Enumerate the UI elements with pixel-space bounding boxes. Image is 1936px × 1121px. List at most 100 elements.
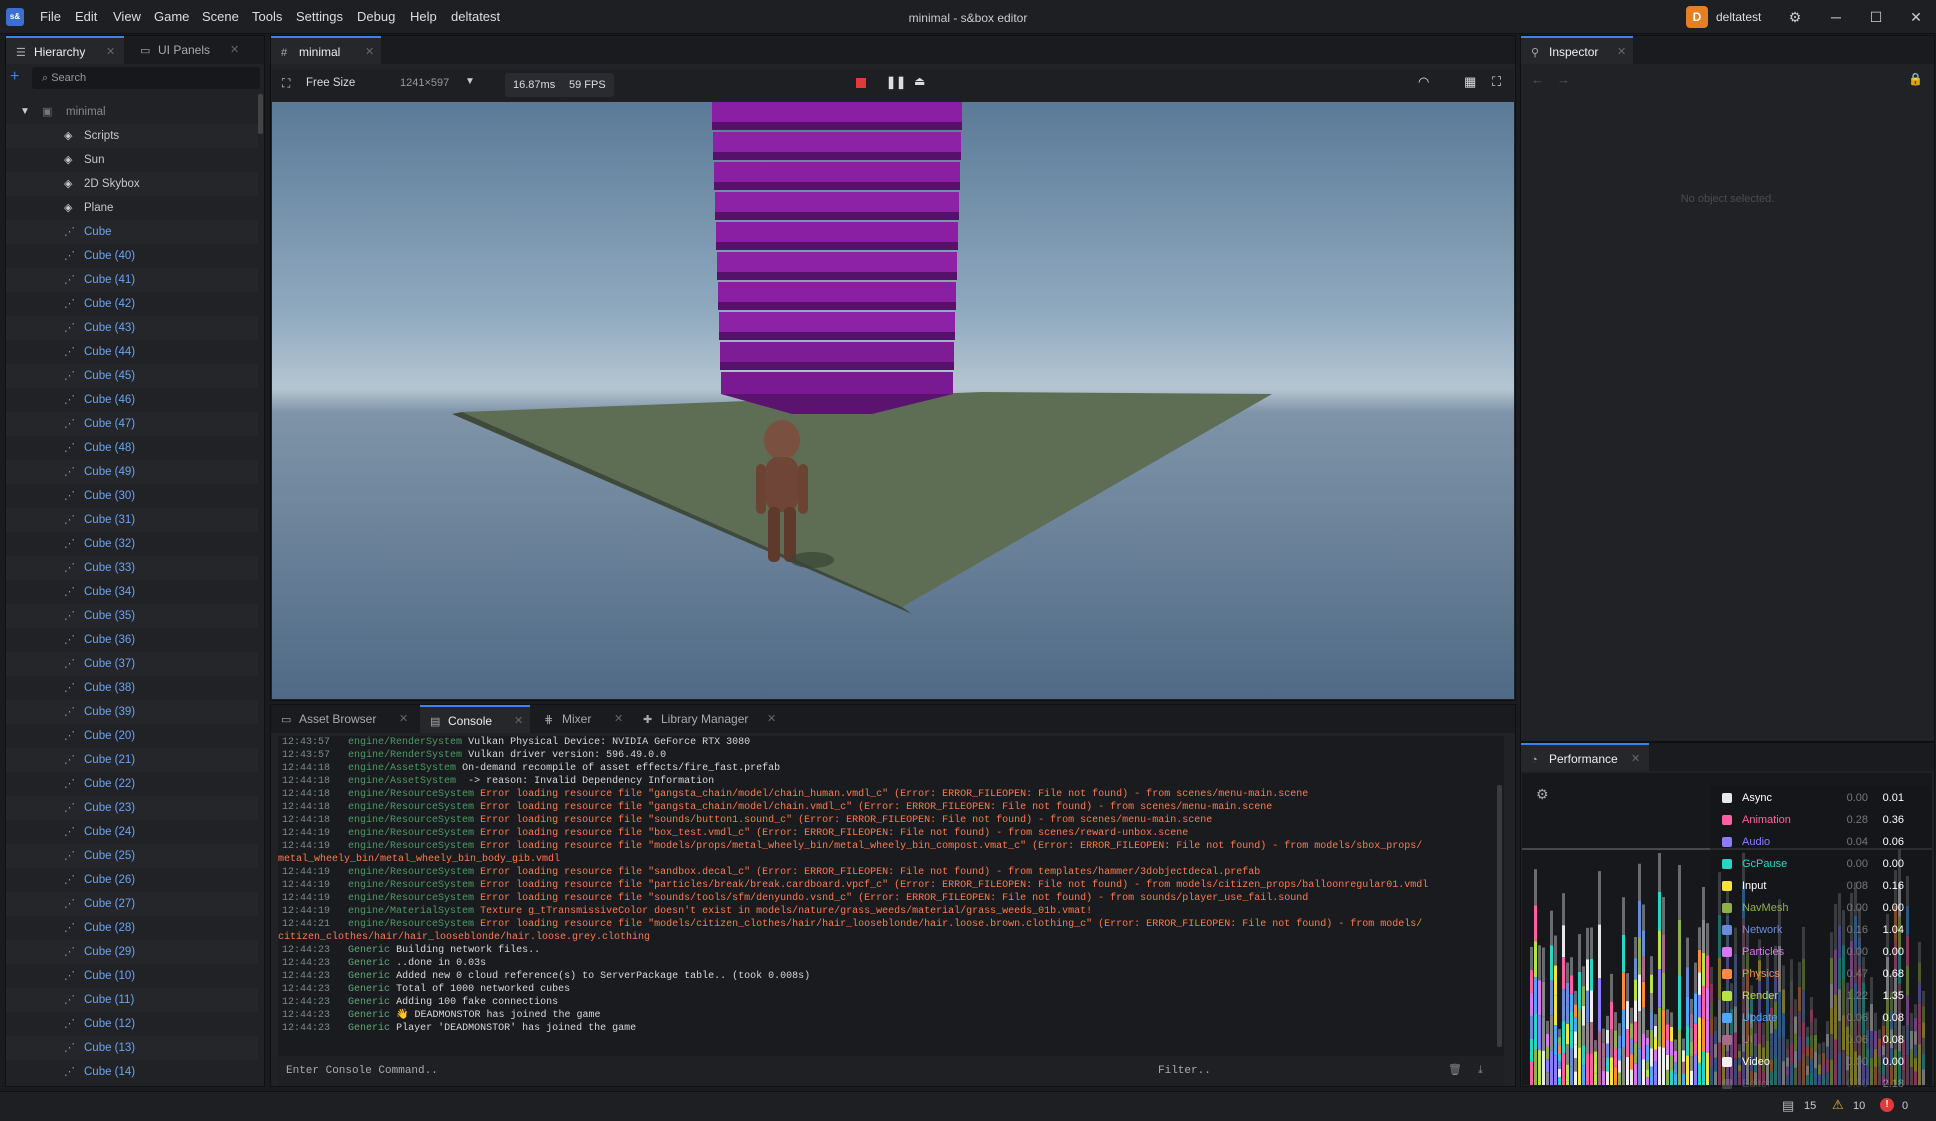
- hierarchy-item[interactable]: ◈ Scripts: [6, 124, 258, 148]
- tab-scene-minimal[interactable]: # minimal ✕: [271, 36, 381, 64]
- settings-gear-icon[interactable]: ⚙: [1536, 786, 1549, 803]
- hierarchy-item[interactable]: ⋰ Cube (34): [6, 580, 258, 604]
- stop-icon[interactable]: [856, 78, 866, 88]
- messages-icon[interactable]: ▤: [1782, 1098, 1794, 1114]
- hierarchy-item[interactable]: ⋰ Cube (23): [6, 796, 258, 820]
- hierarchy-item[interactable]: ⋰ Cube (31): [6, 508, 258, 532]
- hierarchy-root[interactable]: ▼ ▣ minimal: [6, 100, 258, 124]
- hierarchy-item[interactable]: ⋰ Cube (13): [6, 1036, 258, 1060]
- menu-view[interactable]: View: [113, 9, 141, 24]
- hierarchy-item[interactable]: ⋰ Cube (48): [6, 436, 258, 460]
- game-viewport[interactable]: [272, 102, 1514, 699]
- tab-asset-browser[interactable]: ▭ Asset Browser ✕: [271, 705, 416, 733]
- perf-row[interactable]: UI 0.06 0.08: [1714, 1029, 1910, 1051]
- perf-row[interactable]: Video 0.00 0.00: [1714, 1051, 1910, 1073]
- menu-game[interactable]: Game: [154, 9, 189, 24]
- hierarchy-search-input[interactable]: ⌕ Search: [32, 67, 260, 89]
- hierarchy-item[interactable]: ⋰ Cube (47): [6, 412, 258, 436]
- hierarchy-item[interactable]: ⋰ Cube (30): [6, 484, 258, 508]
- user-name[interactable]: deltatest: [1716, 10, 1761, 24]
- close-window-icon[interactable]: ✕: [1905, 6, 1927, 28]
- hierarchy-item[interactable]: ◈ Sun: [6, 148, 258, 172]
- gear-icon[interactable]: ⚙: [1784, 6, 1806, 28]
- hierarchy-item[interactable]: ⋰ Cube (38): [6, 676, 258, 700]
- hierarchy-item[interactable]: ⋰ Cube (20): [6, 724, 258, 748]
- hierarchy-item[interactable]: ⋰ Cube (32): [6, 532, 258, 556]
- tab-mixer[interactable]: ⋕ Mixer ✕: [534, 705, 629, 733]
- hierarchy-item[interactable]: ⋰ Cube (44): [6, 340, 258, 364]
- hierarchy-item[interactable]: ⋰ Cube (41): [6, 268, 258, 292]
- tab-inspector[interactable]: ⚲ Inspector ✕: [1521, 36, 1633, 64]
- size-mode-select[interactable]: Free Size: [306, 77, 355, 89]
- menu-project[interactable]: deltatest: [451, 9, 500, 24]
- pause-icon[interactable]: ❚❚: [886, 75, 906, 89]
- menu-debug[interactable]: Debug: [357, 9, 395, 24]
- hierarchy-item[interactable]: ◈ Plane: [6, 196, 258, 220]
- menu-settings[interactable]: Settings: [296, 9, 343, 24]
- add-object-icon[interactable]: +: [10, 68, 19, 86]
- error-icon[interactable]: !: [1880, 1098, 1894, 1112]
- warning-icon[interactable]: ⚠: [1832, 1097, 1844, 1113]
- hierarchy-item[interactable]: ⋰ Cube (36): [6, 628, 258, 652]
- tab-performance[interactable]: ◔ Performance ✕: [1521, 743, 1649, 771]
- tab-library-manager[interactable]: ✚ Library Manager ✕: [633, 705, 783, 733]
- network-icon[interactable]: ◠: [1418, 74, 1429, 90]
- eject-icon[interactable]: ⏏: [914, 74, 925, 88]
- hierarchy-item[interactable]: ⋰ Cube (39): [6, 700, 258, 724]
- trash-icon[interactable]: 🗑: [1448, 1056, 1462, 1086]
- hierarchy-item[interactable]: ⋰ Cube (26): [6, 868, 258, 892]
- forward-arrow-icon[interactable]: →: [1557, 72, 1570, 87]
- hierarchy-item[interactable]: ⋰ Cube (49): [6, 460, 258, 484]
- close-tab-icon[interactable]: ✕: [767, 705, 776, 733]
- hierarchy-item[interactable]: ⋰ Cube (33): [6, 556, 258, 580]
- console-output[interactable]: 12:43:57 engine/RenderSystem Vulkan Phys…: [278, 736, 1504, 1056]
- console-filter-input[interactable]: Filter..: [1158, 1056, 1211, 1086]
- close-tab-icon[interactable]: ✕: [365, 38, 374, 66]
- menu-help[interactable]: Help: [410, 9, 437, 24]
- perf-row[interactable]: Audio 0.04 0.06: [1714, 831, 1910, 853]
- close-tab-icon[interactable]: ✕: [399, 705, 408, 733]
- hierarchy-item[interactable]: ⋰ Cube (37): [6, 652, 258, 676]
- chevron-down-icon[interactable]: ▼: [465, 76, 475, 87]
- hierarchy-item[interactable]: ⋰ Cube (22): [6, 772, 258, 796]
- back-arrow-icon[interactable]: ←: [1531, 72, 1544, 87]
- perf-row[interactable]: Animation 0.28 0.36: [1714, 809, 1910, 831]
- tab-ui-panels[interactable]: ▭ UI Panels ✕: [130, 36, 250, 64]
- console-command-input[interactable]: Enter Console Command..: [286, 1056, 438, 1086]
- perf-row[interactable]: GcPause 0.00 0.00: [1714, 853, 1910, 875]
- hierarchy-item[interactable]: ⋰ Cube (29): [6, 940, 258, 964]
- hierarchy-item[interactable]: ◈ 2D Skybox: [6, 172, 258, 196]
- hierarchy-item[interactable]: ⋰ Cube (28): [6, 916, 258, 940]
- tab-console[interactable]: ▤ Console ✕: [420, 705, 530, 733]
- perf-row[interactable]: Physics 0.47 0.68: [1714, 963, 1910, 985]
- hierarchy-item[interactable]: ⋰ Cube (45): [6, 364, 258, 388]
- perf-row[interactable]: Network 0.16 1.04: [1714, 919, 1910, 941]
- close-tab-icon[interactable]: ✕: [614, 705, 623, 733]
- hierarchy-item[interactable]: ⋰ Cube (27): [6, 892, 258, 916]
- hierarchy-item[interactable]: ⋰ Cube (46): [6, 388, 258, 412]
- hierarchy-item[interactable]: ⋰ Cube (43): [6, 316, 258, 340]
- hierarchy-item[interactable]: ⋰ Cube (14): [6, 1060, 258, 1084]
- perf-row[interactable]: Particles 0.00 0.00: [1714, 941, 1910, 963]
- hierarchy-item[interactable]: ⋰ Cube: [6, 220, 258, 244]
- console-scrollbar[interactable]: [1497, 785, 1502, 1047]
- menu-tools[interactable]: Tools: [252, 9, 282, 24]
- layout-grid-icon[interactable]: ▦: [1464, 74, 1476, 90]
- close-tab-icon[interactable]: ✕: [1617, 38, 1626, 66]
- hierarchy-item[interactable]: ⋰ Cube (12): [6, 1012, 258, 1036]
- hierarchy-item[interactable]: ⋰ Cube (11): [6, 988, 258, 1012]
- hierarchy-item[interactable]: ⋰ Cube (40): [6, 244, 258, 268]
- hierarchy-item[interactable]: ⋰ Cube (24): [6, 820, 258, 844]
- user-avatar[interactable]: D: [1686, 6, 1708, 28]
- sbox-logo[interactable]: s&: [6, 8, 24, 26]
- minimize-icon[interactable]: ─: [1825, 6, 1847, 28]
- menu-scene[interactable]: Scene: [202, 9, 239, 24]
- perf-row[interactable]: Render 1.22 1.35: [1714, 985, 1910, 1007]
- perf-row[interactable]: Async 0.00 0.01: [1714, 787, 1910, 809]
- menu-file[interactable]: File: [40, 9, 61, 24]
- perf-row[interactable]: Input 0.08 0.16: [1714, 875, 1910, 897]
- close-tab-icon[interactable]: ✕: [106, 38, 115, 66]
- hierarchy-item[interactable]: ⋰ Cube (35): [6, 604, 258, 628]
- close-tab-icon[interactable]: ✕: [514, 707, 523, 735]
- chevron-down-icon[interactable]: ▼: [20, 100, 30, 124]
